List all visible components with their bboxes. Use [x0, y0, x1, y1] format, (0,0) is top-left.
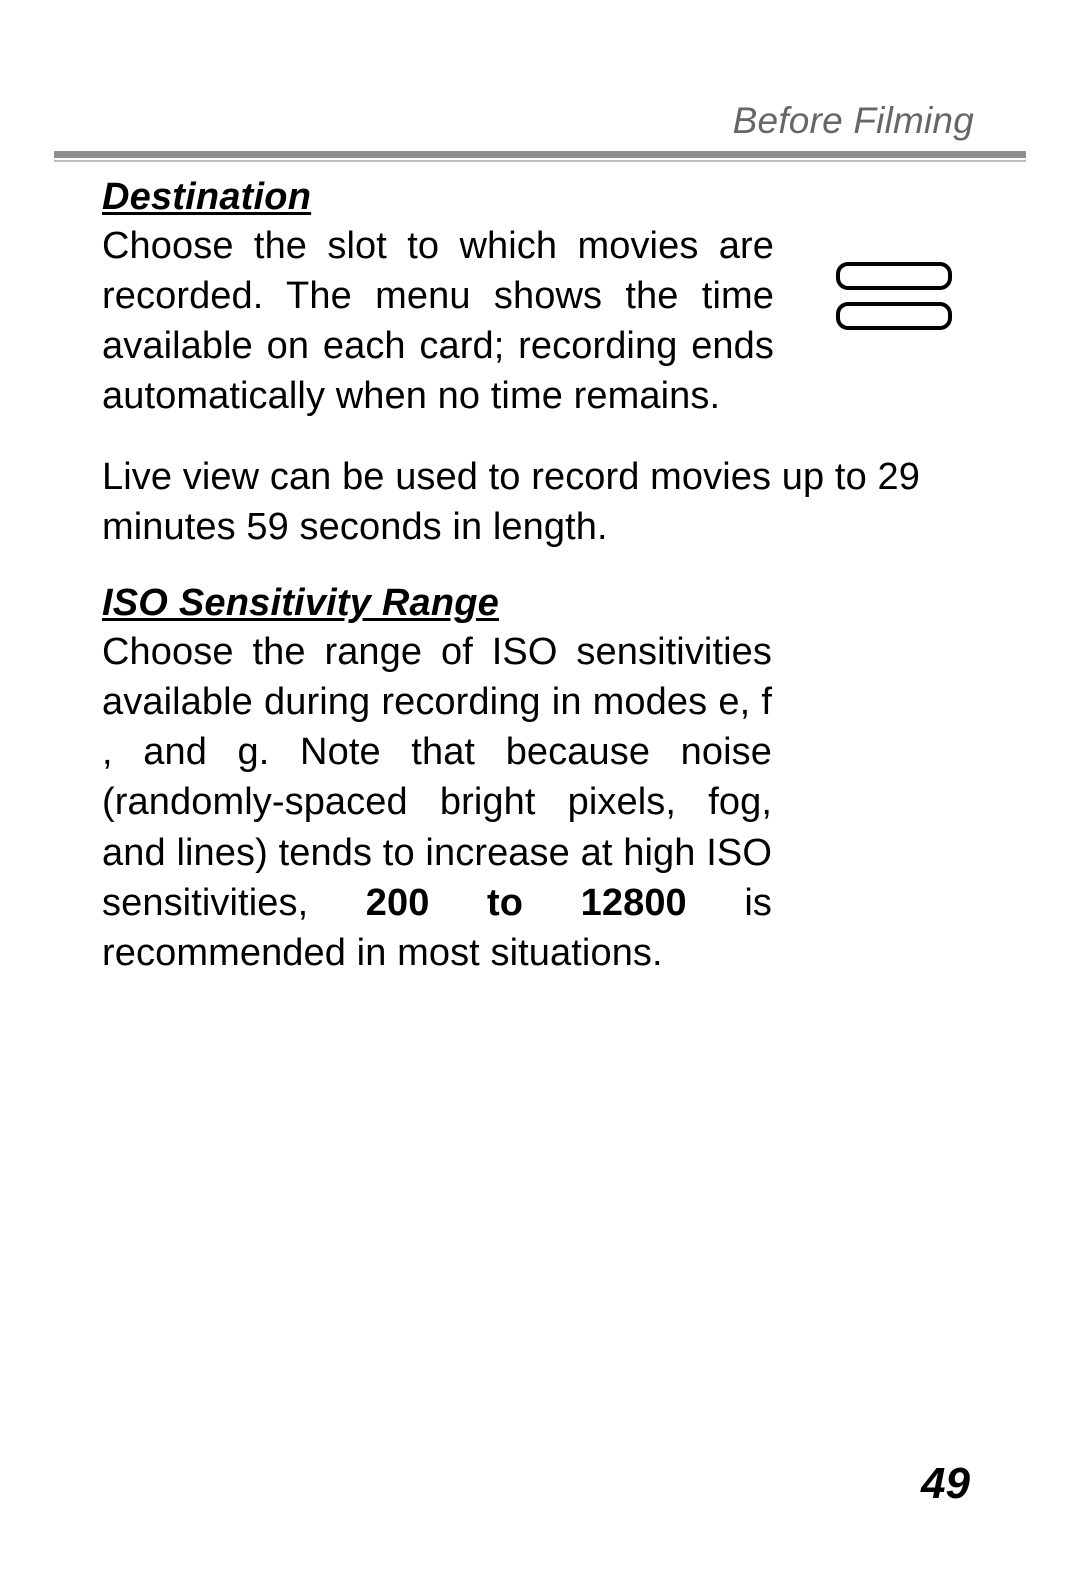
content-area: Destination Choose the slot to which mov… — [102, 176, 974, 978]
manual-page: Before Filming Destination Choose the sl… — [0, 0, 1080, 1571]
destination-text-column: Destination Choose the slot to which mov… — [102, 176, 774, 422]
destination-heading: Destination — [102, 176, 774, 219]
page-number: 49 — [921, 1459, 970, 1509]
iso-section: ISO Sensitivity Range Choose the range o… — [102, 582, 974, 978]
card-slots-icon-column — [814, 176, 974, 332]
header-rule-thin — [54, 160, 1026, 162]
destination-section: Destination Choose the slot to which mov… — [102, 176, 974, 422]
destination-paragraph-2: Live view can be used to record movies u… — [102, 452, 974, 552]
iso-paragraph: Choose the range of ISO sensitivities av… — [102, 627, 772, 978]
destination-paragraph-1: Choose the slot to which movies are reco… — [102, 221, 774, 422]
iso-text-bold: 200 to 12800 — [366, 882, 687, 924]
header-rule-thick — [54, 151, 1026, 158]
running-head: Before Filming — [733, 100, 974, 142]
iso-heading: ISO Sensitivity Range — [102, 582, 772, 625]
iso-text-pre: Choose the range of ISO sensitivities av… — [102, 631, 772, 924]
iso-text-column: ISO Sensitivity Range Choose the range o… — [102, 582, 772, 978]
card-slots-icon — [834, 260, 954, 332]
